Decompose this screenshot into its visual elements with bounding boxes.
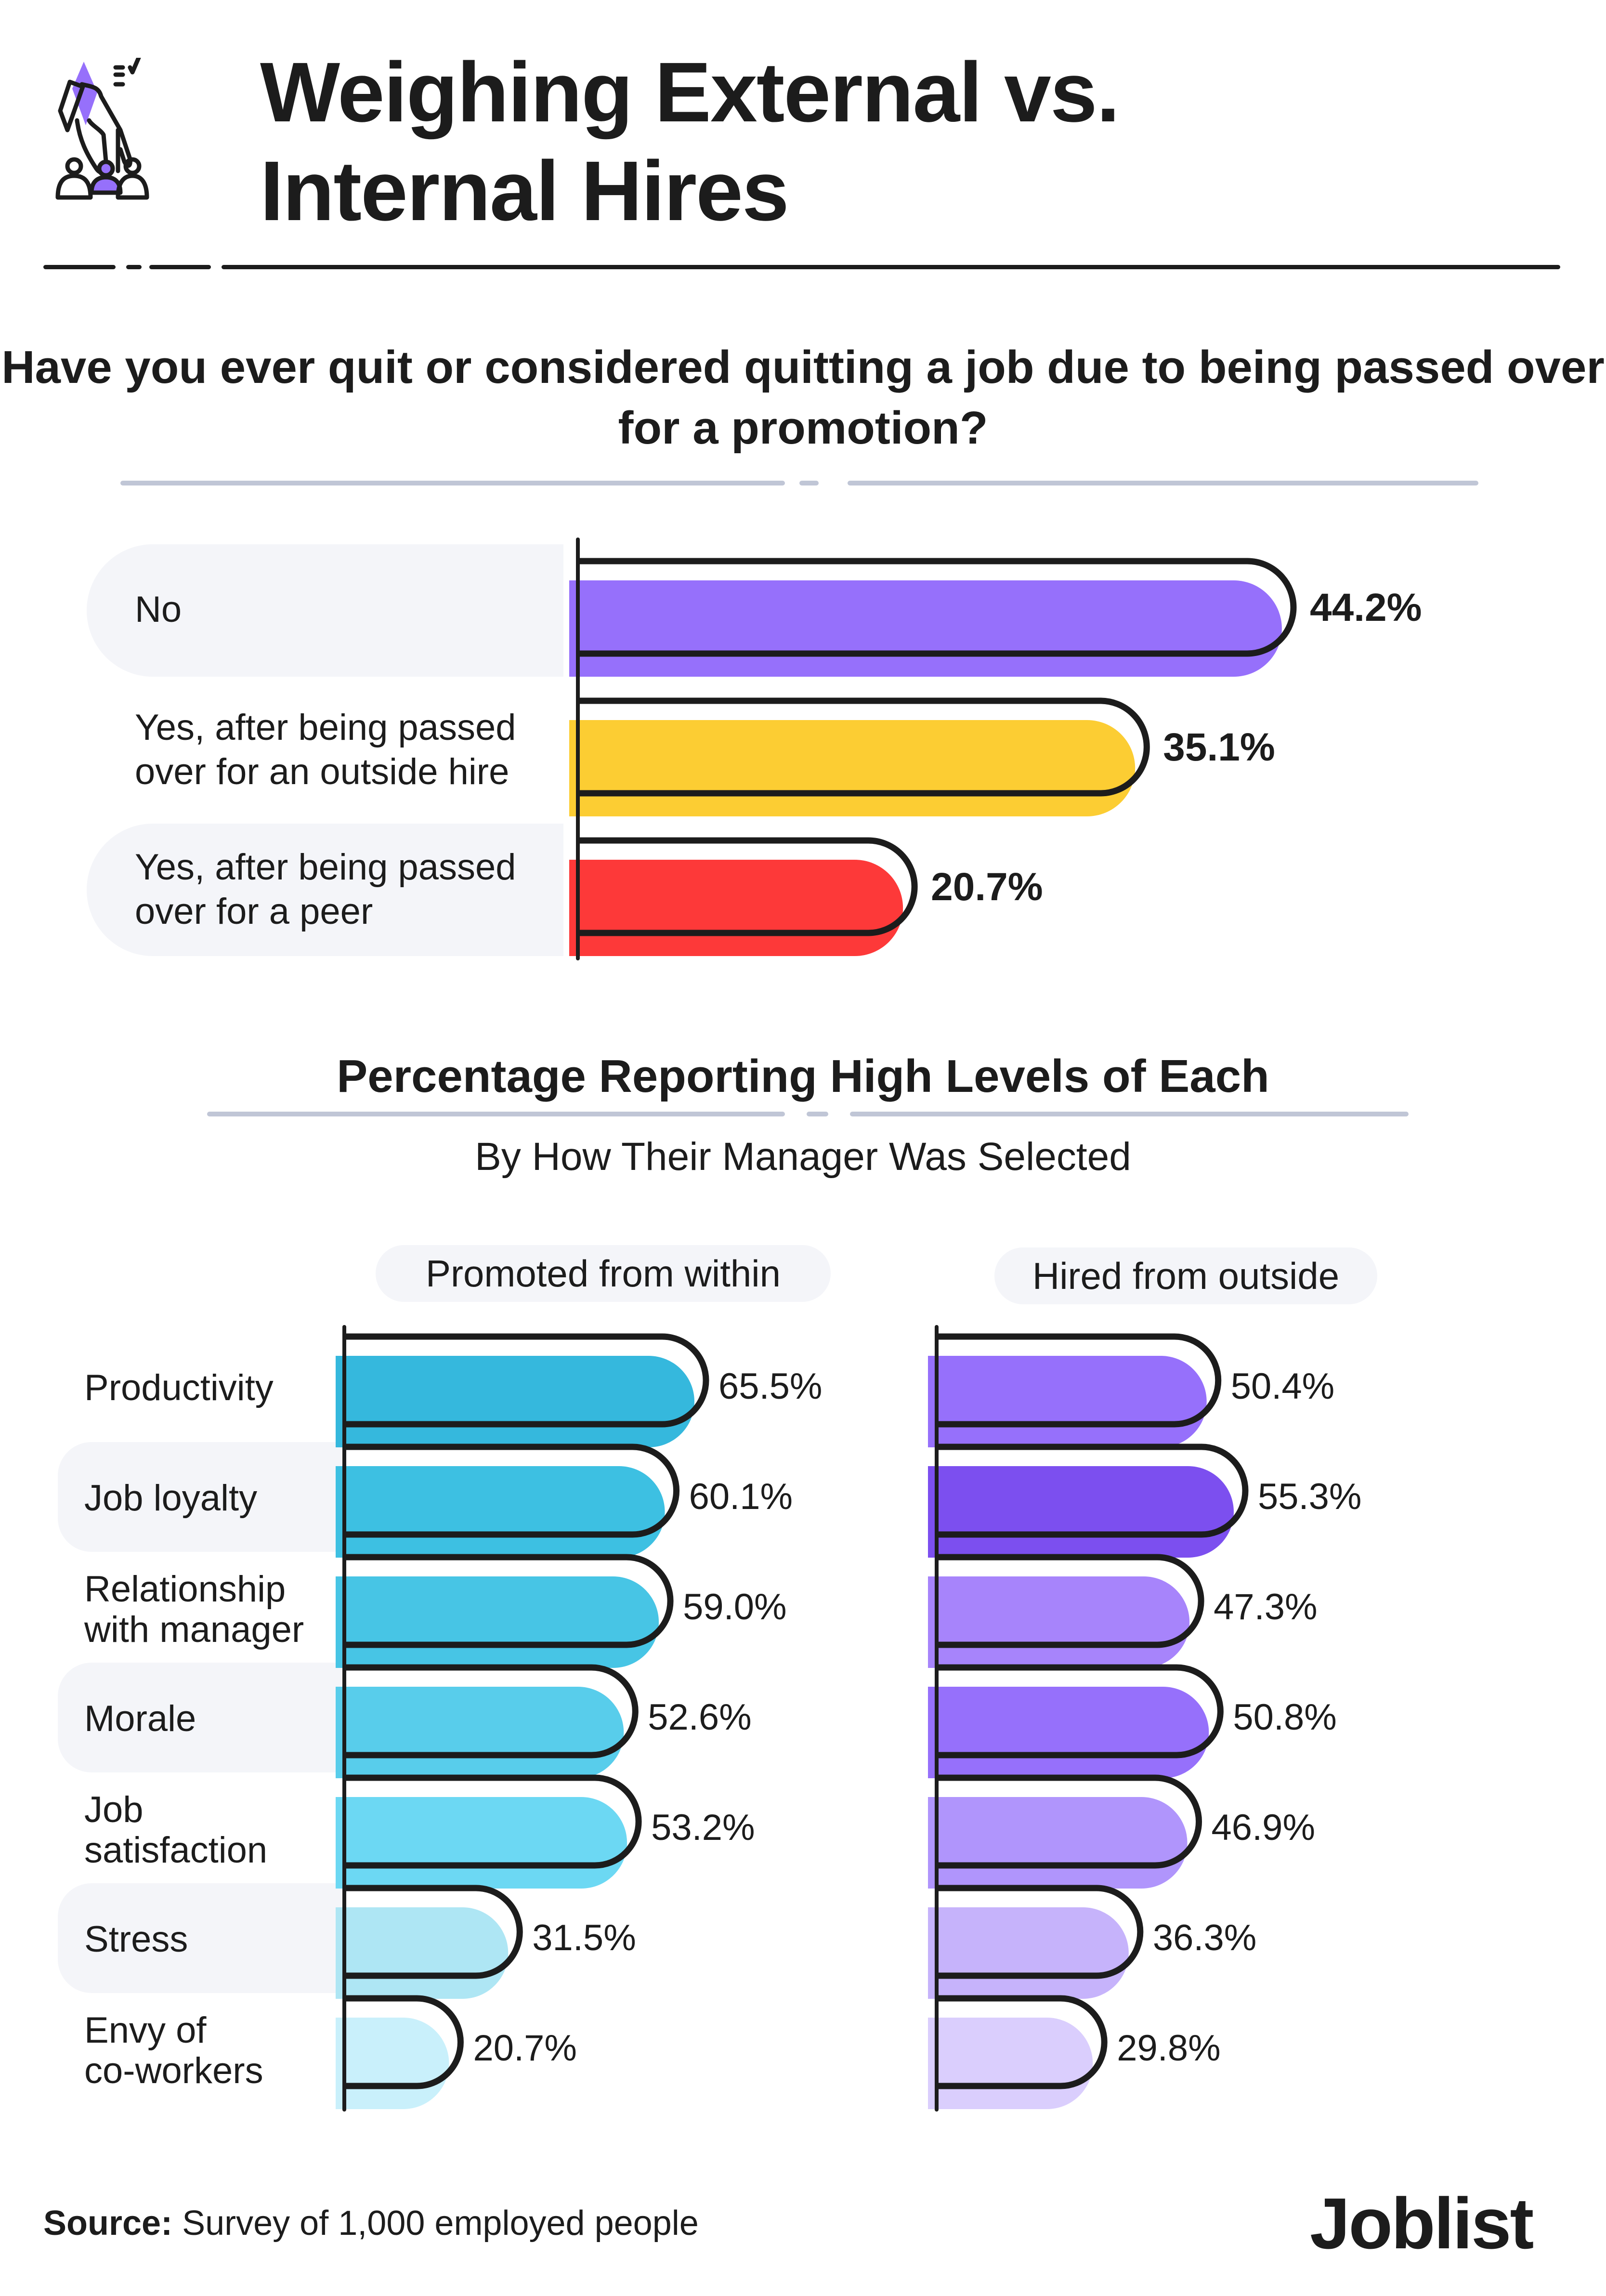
chart2-series-0-bar-1-fill <box>336 1466 665 1558</box>
chart2-series-1-bar-3 <box>928 1664 1224 1778</box>
chart2-series-1-bar-2 <box>928 1554 1204 1668</box>
chart2-series-1-bar-1 <box>928 1443 1249 1558</box>
chart2-series-0-value-label-3: 52.6% <box>648 1697 752 1738</box>
chart2-series-1-bar-3-fill <box>928 1687 1209 1778</box>
chart2-series-0-bar-5 <box>336 1885 523 1999</box>
chart2-series-0-value-label-5: 31.5% <box>532 1917 636 1958</box>
brand-logo: Joblist <box>1310 2183 1534 2264</box>
chart2-series-0-bar-1 <box>336 1443 680 1558</box>
chart2-series-0-bar-2 <box>336 1554 674 1668</box>
chart2-series-0-bar-4 <box>336 1774 642 1889</box>
source-label: Source: <box>43 2204 173 2243</box>
chart2-series-1-bar-0-fill <box>928 1356 1207 1447</box>
chart2-series-1-bar-5 <box>928 1885 1144 1999</box>
chart2-series-0-bar-6-fill <box>336 2018 449 2109</box>
chart2-series-0-bar-3-fill <box>336 1687 624 1778</box>
chart2-series-1-value-label-1: 55.3% <box>1258 1476 1362 1517</box>
chart2-series-0-bar-2-fill <box>336 1576 659 1668</box>
chart2-series-1-value-label-5: 36.3% <box>1152 1917 1257 1958</box>
chart2-series-0-value-label-1: 60.1% <box>689 1476 793 1517</box>
chart2-series-0-value-label-6: 20.7% <box>473 2028 577 2069</box>
chart2-series-1-value-label-0: 50.4% <box>1230 1366 1335 1407</box>
chart2-series-1-bar-4-fill <box>928 1797 1188 1889</box>
chart2-series-0-bar-3 <box>336 1664 639 1778</box>
chart2-series-0-bar-4-fill <box>336 1797 627 1889</box>
chart2-series-1-bar-0 <box>928 1333 1222 1447</box>
chart2-series-0-bar-0-fill <box>336 1356 694 1447</box>
source-text: Survey of 1,000 employed people <box>172 2204 699 2243</box>
source-note: Source: Survey of 1,000 employed people <box>43 2204 699 2243</box>
chart2-series-0-value-label-2: 59.0% <box>683 1587 787 1627</box>
chart2-series-0-bar-0 <box>336 1333 709 1447</box>
chart2-series-0-value-label-0: 65.5% <box>718 1366 823 1407</box>
chart2-plot <box>336 1325 1249 2112</box>
chart2-series-1-value-label-3: 50.8% <box>1233 1697 1337 1738</box>
chart2-series-1-bar-5-fill <box>928 1907 1129 1999</box>
chart2-series-1-value-label-4: 46.9% <box>1211 1807 1316 1848</box>
chart2-series-1-bar-6 <box>928 1995 1108 2109</box>
chart2-series-0-bar-5-fill <box>336 1907 509 1999</box>
chart2-series-1-bar-4 <box>928 1774 1202 1889</box>
chart2-series-1-value-label-2: 47.3% <box>1214 1587 1318 1627</box>
chart2-series-1-bar-2-fill <box>928 1576 1190 1668</box>
chart2-series-0-value-label-4: 53.2% <box>651 1807 755 1848</box>
chart2-series-1-bar-6-fill <box>928 2018 1093 2109</box>
chart2-series-1-value-label-6: 29.8% <box>1117 2028 1221 2069</box>
chart2-series-0-bar-6 <box>336 1995 464 2109</box>
chart2-series-1-bar-1-fill <box>928 1466 1234 1558</box>
